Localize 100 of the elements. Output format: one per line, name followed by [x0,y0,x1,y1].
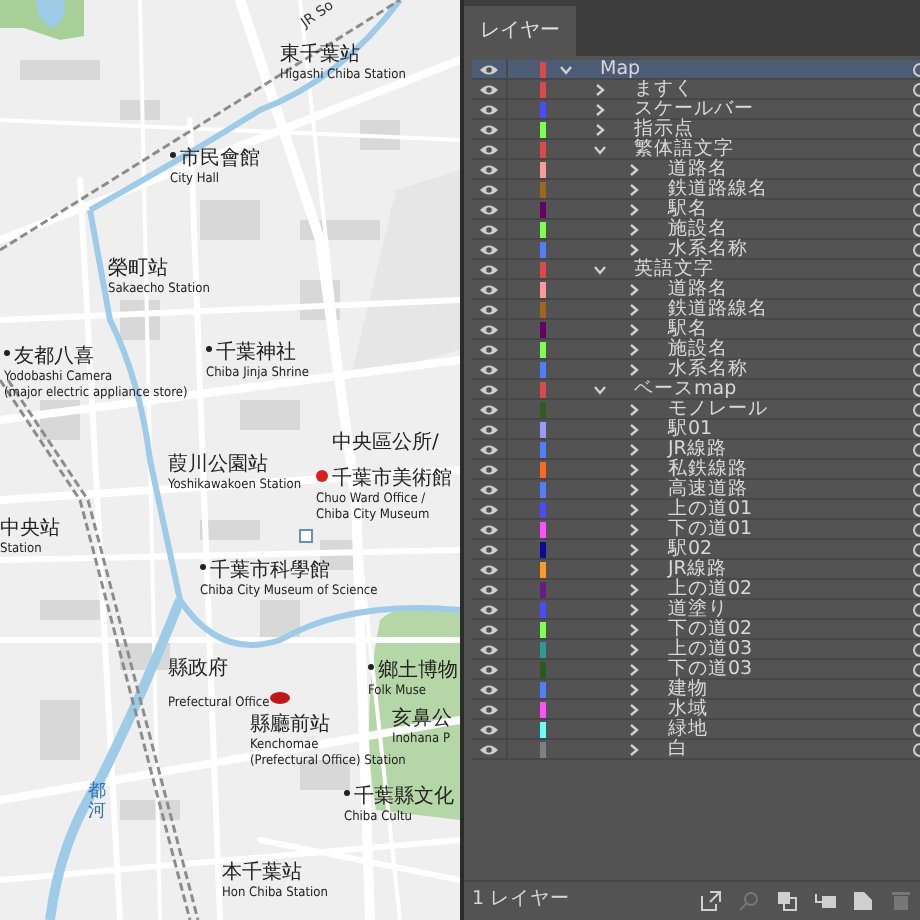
eye-icon[interactable] [480,663,498,675]
eye-icon[interactable] [480,623,498,635]
chevron-right-icon[interactable] [628,163,640,175]
eye-icon[interactable] [480,283,498,295]
eye-icon[interactable] [480,63,498,75]
layer-row[interactable]: 白 [472,740,920,760]
chevron-down-icon[interactable] [594,263,606,275]
layer-row[interactable]: 上の道01 [472,500,920,520]
eye-icon[interactable] [480,243,498,255]
eye-icon[interactable] [480,643,498,655]
layer-row[interactable]: 鉄道路線名 [472,300,920,320]
layer-row[interactable]: 鉄道路線名 [472,180,920,200]
clipping-mask-icon[interactable] [776,890,798,912]
layer-row[interactable]: 水域 [472,700,920,720]
eye-icon[interactable] [480,603,498,615]
layer-row[interactable]: 水系名称 [472,360,920,380]
chevron-right-icon[interactable] [628,503,640,515]
eye-icon[interactable] [480,103,498,115]
chevron-down-icon[interactable] [560,63,572,75]
layer-row[interactable]: 私鉄線路 [472,460,920,480]
layer-row[interactable]: モノレール [472,400,920,420]
eye-icon[interactable] [480,543,498,555]
eye-icon[interactable] [480,383,498,395]
eye-icon[interactable] [480,363,498,375]
chevron-right-icon[interactable] [628,303,640,315]
chevron-right-icon[interactable] [628,403,640,415]
layer-row[interactable]: 施設名 [472,340,920,360]
chevron-right-icon[interactable] [628,563,640,575]
eye-icon[interactable] [480,703,498,715]
layer-row[interactable]: 高速道路 [472,480,920,500]
eye-icon[interactable] [480,223,498,235]
layer-row[interactable]: 道路名 [472,160,920,180]
eye-icon[interactable] [480,683,498,695]
layer-row[interactable]: 上の道02 [472,580,920,600]
eye-icon[interactable] [480,303,498,315]
new-layer-icon[interactable] [852,890,874,912]
layer-row[interactable]: 建物 [472,680,920,700]
export-icon[interactable] [700,890,722,912]
panel-tab[interactable]: レイヤー [464,6,576,56]
eye-icon[interactable] [480,583,498,595]
layer-row[interactable]: ますく [472,80,920,100]
layer-row[interactable]: 道塗り [472,600,920,620]
chevron-right-icon[interactable] [628,443,640,455]
layer-row[interactable]: 駅02 [472,540,920,560]
layer-row[interactable]: 下の道03 [472,660,920,680]
eye-icon[interactable] [480,343,498,355]
layer-row[interactable]: 指示点 [472,120,920,140]
chevron-right-icon[interactable] [628,683,640,695]
chevron-right-icon[interactable] [628,703,640,715]
eye-icon[interactable] [480,563,498,575]
layer-row[interactable]: JR線路 [472,440,920,460]
chevron-right-icon[interactable] [628,523,640,535]
chevron-right-icon[interactable] [628,323,640,335]
chevron-right-icon[interactable] [628,183,640,195]
chevron-right-icon[interactable] [628,243,640,255]
chevron-right-icon[interactable] [628,363,640,375]
layer-row[interactable]: 下の道02 [472,620,920,640]
chevron-right-icon[interactable] [628,223,640,235]
chevron-right-icon[interactable] [628,483,640,495]
eye-icon[interactable] [480,523,498,535]
chevron-right-icon[interactable] [628,543,640,555]
eye-icon[interactable] [480,143,498,155]
chevron-right-icon[interactable] [628,663,640,675]
eye-icon[interactable] [480,723,498,735]
chevron-right-icon[interactable] [628,743,640,755]
chevron-right-icon[interactable] [628,343,640,355]
eye-icon[interactable] [480,183,498,195]
eye-icon[interactable] [480,443,498,455]
eye-icon[interactable] [480,403,498,415]
eye-icon[interactable] [480,83,498,95]
layer-row[interactable]: 英語文字 [472,260,920,280]
chevron-right-icon[interactable] [594,103,606,115]
layer-row[interactable]: 施設名 [472,220,920,240]
eye-icon[interactable] [480,203,498,215]
chevron-right-icon[interactable] [628,423,640,435]
chevron-down-icon[interactable] [594,383,606,395]
eye-icon[interactable] [480,263,498,275]
eye-icon[interactable] [480,123,498,135]
chevron-right-icon[interactable] [628,723,640,735]
chevron-right-icon[interactable] [594,123,606,135]
layer-row[interactable]: 下の道01 [472,520,920,540]
layer-row[interactable]: 道路名 [472,280,920,300]
eye-icon[interactable] [480,463,498,475]
layer-row[interactable]: 駅名 [472,200,920,220]
chevron-right-icon[interactable] [628,203,640,215]
layer-row[interactable]: 緑地 [472,720,920,740]
eye-icon[interactable] [480,323,498,335]
chevron-right-icon[interactable] [628,583,640,595]
eye-icon[interactable] [480,163,498,175]
chevron-right-icon[interactable] [628,463,640,475]
layer-row[interactable]: Map [472,60,920,80]
layer-row[interactable]: 上の道03 [472,640,920,660]
layer-row[interactable]: 駅01 [472,420,920,440]
layer-row[interactable]: 繁体語文字 [472,140,920,160]
layer-row[interactable]: JR線路 [472,560,920,580]
eye-icon[interactable] [480,483,498,495]
chevron-right-icon[interactable] [628,643,640,655]
chevron-right-icon[interactable] [594,83,606,95]
eye-icon[interactable] [480,503,498,515]
layer-row[interactable]: 水系名称 [472,240,920,260]
